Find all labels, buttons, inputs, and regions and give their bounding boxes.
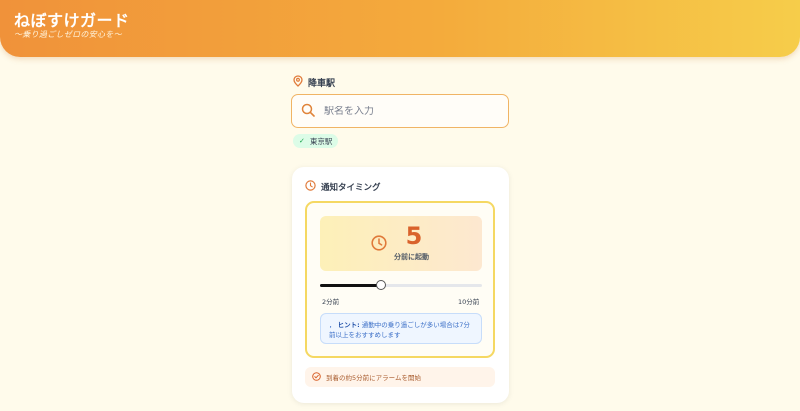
minutes-value: 5 bbox=[405, 222, 423, 250]
clock-icon bbox=[371, 235, 387, 255]
timing-title: 通知タイミング bbox=[321, 182, 381, 193]
slider-min-label: 2分前 bbox=[322, 298, 340, 306]
timing-card: 通知タイミング 5 分前に起動 2分前 10分前 ， ヒント: 通勤中の乗り過ご… bbox=[292, 167, 509, 403]
station-section-label: 降車駅 bbox=[293, 74, 336, 90]
hint-label: ヒント: bbox=[337, 321, 360, 329]
app-header: ねぼすけガード 〜乗り過ごしゼロの安心を〜 bbox=[0, 0, 800, 57]
app-subtitle: 〜乗り過ごしゼロの安心を〜 bbox=[14, 30, 122, 39]
alarm-note: 到着の約5分前にアラームを開始 bbox=[305, 367, 495, 387]
selected-station-name: 東京駅 bbox=[309, 136, 333, 146]
check-circle-icon bbox=[312, 371, 321, 383]
slider-fill bbox=[320, 284, 381, 287]
station-search-input[interactable] bbox=[324, 105, 494, 117]
hint-box: ， ヒント: 通勤中の乗り過ごしが多い場合は7分前以上をおすすめします bbox=[320, 313, 482, 344]
check-icon: ✓ bbox=[299, 137, 305, 145]
clock-icon bbox=[305, 179, 316, 194]
slider-thumb[interactable] bbox=[375, 280, 386, 290]
hint-prefix: ， bbox=[329, 321, 336, 329]
station-search-box[interactable] bbox=[291, 94, 509, 128]
search-icon bbox=[301, 102, 315, 121]
timing-card-title: 通知タイミング bbox=[305, 179, 381, 194]
minutes-slider[interactable] bbox=[320, 280, 482, 290]
alarm-note-text: 到着の約5分前にアラームを開始 bbox=[326, 374, 421, 382]
slider-max-label: 10分前 bbox=[458, 298, 480, 306]
station-label: 降車駅 bbox=[308, 78, 336, 89]
map-pin-icon bbox=[293, 74, 303, 90]
timing-panel: 5 分前に起動 2分前 10分前 ， ヒント: 通勤中の乗り過ごしが多い場合は7… bbox=[305, 201, 495, 358]
minutes-display: 5 分前に起動 bbox=[320, 216, 482, 271]
selected-station-chip[interactable]: ✓ 東京駅 bbox=[293, 134, 339, 148]
app-title: ねぼすけガード bbox=[14, 11, 130, 30]
minutes-caption: 分前に起動 bbox=[394, 253, 429, 261]
